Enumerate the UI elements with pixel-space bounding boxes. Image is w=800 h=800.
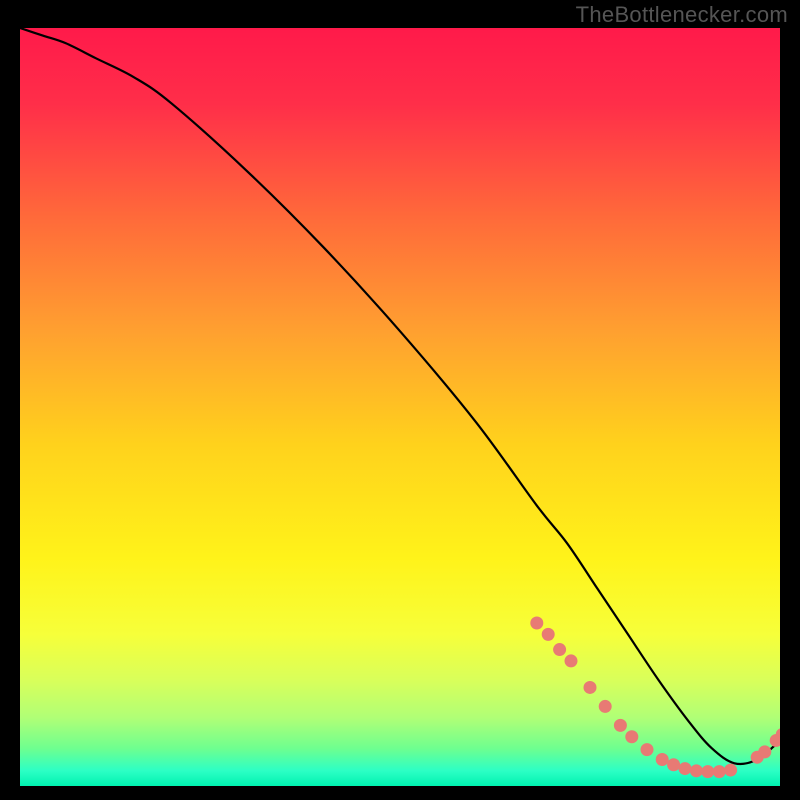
- data-marker: [565, 654, 578, 667]
- data-marker: [701, 765, 714, 778]
- data-marker: [656, 753, 669, 766]
- data-marker: [724, 764, 737, 777]
- data-marker: [530, 617, 543, 630]
- data-marker: [553, 643, 566, 656]
- gradient-background: [20, 28, 780, 786]
- data-marker: [625, 730, 638, 743]
- chart-svg: [20, 28, 780, 786]
- data-marker: [679, 762, 692, 775]
- data-marker: [758, 745, 771, 758]
- data-marker: [641, 743, 654, 756]
- data-marker: [690, 764, 703, 777]
- data-marker: [599, 700, 612, 713]
- data-marker: [542, 628, 555, 641]
- plot-area: [20, 28, 780, 786]
- data-marker: [584, 681, 597, 694]
- chart-container: TheBottlenecker.com: [0, 0, 800, 800]
- data-marker: [713, 765, 726, 778]
- data-marker: [667, 758, 680, 771]
- watermark-text: TheBottlenecker.com: [576, 2, 788, 28]
- data-marker: [614, 719, 627, 732]
